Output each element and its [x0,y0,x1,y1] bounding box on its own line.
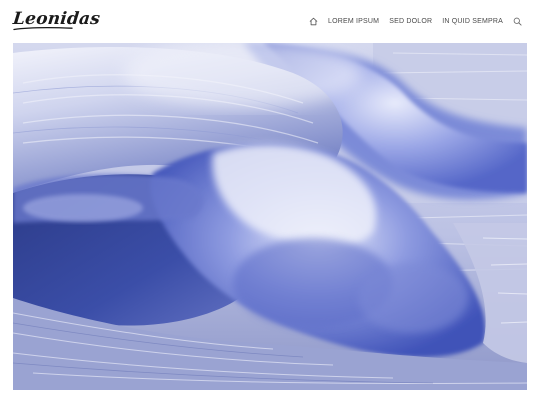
nav-item-sed-dolor[interactable]: SED DOLOR [384,13,437,29]
wave-photo [13,43,527,390]
hero-image [13,43,527,390]
page: Leonidas LOREM IPSUM SED DOLOR IN QUID S… [0,0,540,405]
nav-item-lorem-ipsum[interactable]: LOREM IPSUM [323,13,384,29]
search-icon[interactable] [508,13,527,29]
site-logo[interactable]: Leonidas [12,9,102,31]
logo-text: Leonidas [12,9,102,29]
main-nav: LOREM IPSUM SED DOLOR IN QUID SEMPRA [304,13,527,29]
home-icon[interactable] [304,13,323,29]
nav-item-in-quid-sempra[interactable]: IN QUID SEMPRA [437,13,508,29]
site-header: Leonidas LOREM IPSUM SED DOLOR IN QUID S… [0,0,540,42]
